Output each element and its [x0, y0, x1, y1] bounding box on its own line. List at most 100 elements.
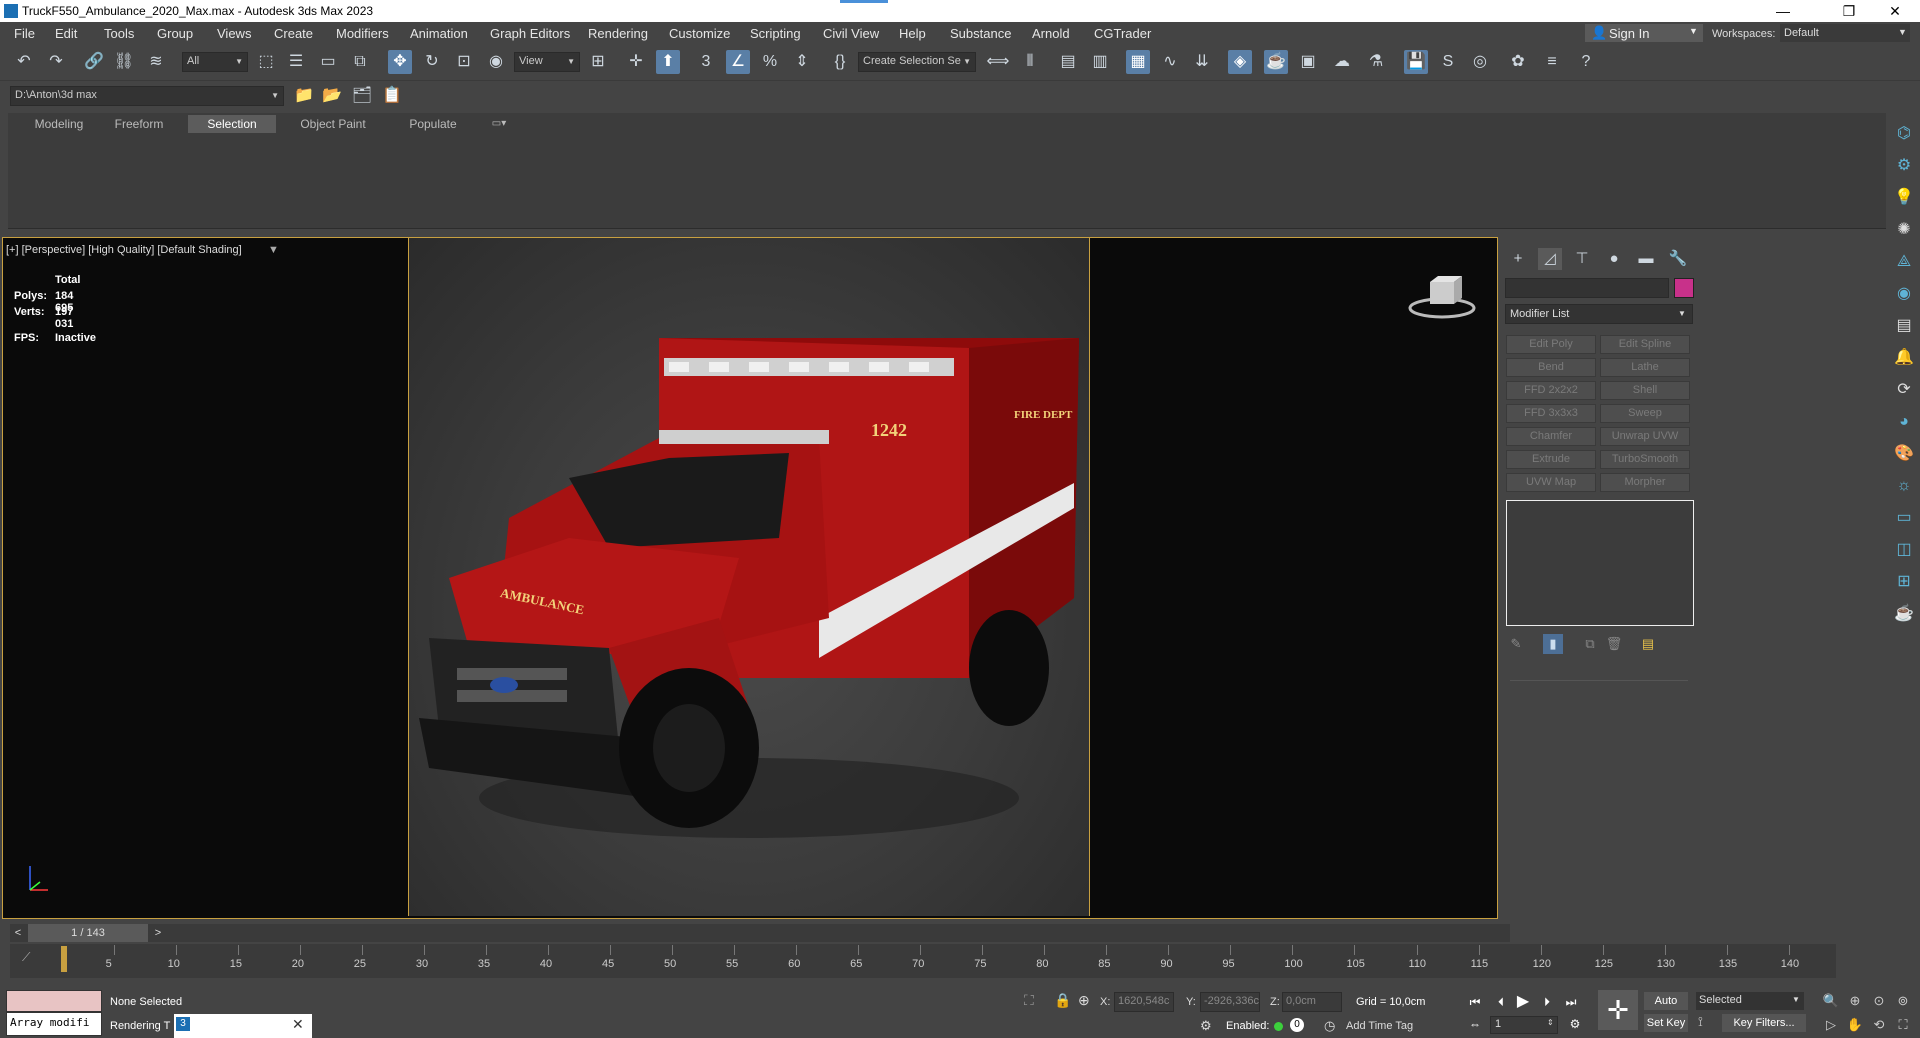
adaptive-degradation-icon[interactable]: ⚙: [1200, 1018, 1212, 1034]
unlink-icon[interactable]: ⛓: [112, 50, 136, 74]
current-frame-field[interactable]: 1 ⇕: [1490, 1016, 1558, 1034]
project-path-dropdown[interactable]: D:\Anton\3d max ▼: [10, 86, 284, 106]
modifier-extrude-button[interactable]: Extrude: [1506, 450, 1596, 469]
go-to-start-icon[interactable]: ⏮: [1466, 994, 1484, 1010]
pan-view-icon[interactable]: ✋: [1846, 1016, 1864, 1034]
viewport-filter-icon[interactable]: ▼: [268, 244, 279, 256]
snaps-toggle-icon[interactable]: 3: [694, 50, 718, 74]
script-listener-icon[interactable]: ≡: [1540, 50, 1564, 74]
undo-icon[interactable]: ↶: [12, 50, 36, 74]
close-button[interactable]: ✕: [1872, 1, 1918, 21]
align-icon[interactable]: ⫴: [1018, 50, 1042, 74]
zoom-extents-all-icon[interactable]: ⊚: [1894, 992, 1912, 1010]
camera-icon[interactable]: ◉: [1892, 282, 1916, 306]
named-selection-dropdown[interactable]: Create Selection Se ▼: [858, 52, 976, 72]
reference-coordinate-dropdown[interactable]: View ▼: [514, 52, 580, 72]
current-frame-marker[interactable]: [61, 946, 67, 972]
enabled-value[interactable]: 0: [1290, 1018, 1304, 1032]
book-icon[interactable]: ▤: [1892, 314, 1916, 338]
rotate-icon[interactable]: ⟳: [1892, 378, 1916, 402]
bind-space-warp-icon[interactable]: ≋: [144, 50, 168, 74]
make-unique-icon[interactable]: ⧉: [1580, 634, 1600, 654]
viewport-label[interactable]: [+] [Perspective] [High Quality] [Defaul…: [6, 244, 242, 256]
maxscript-mini-listener[interactable]: Array modifi: [6, 1012, 102, 1036]
curve-editor-icon[interactable]: ∿: [1158, 50, 1182, 74]
absolute-mode-icon[interactable]: ⊕: [1078, 992, 1090, 1009]
rendered-frame-window-icon[interactable]: ▣: [1296, 50, 1320, 74]
mini-curve-editor-icon[interactable]: ⟋: [22, 950, 30, 965]
key-filters-button[interactable]: Key Filters...: [1722, 1014, 1806, 1032]
restore-button[interactable]: ❐: [1826, 1, 1872, 21]
redo-icon[interactable]: ↷: [44, 50, 68, 74]
modifier-stack[interactable]: [1506, 500, 1694, 626]
palette-icon[interactable]: 🎨: [1892, 442, 1916, 466]
modifier-unwrap-uvw-button[interactable]: Unwrap UVW: [1600, 427, 1690, 446]
menu-substance[interactable]: Substance: [950, 26, 1011, 41]
configure-modifier-sets-icon[interactable]: ▤: [1638, 634, 1658, 654]
tab-freeform[interactable]: Freeform: [104, 115, 174, 133]
modify-tab-icon[interactable]: ◿: [1538, 248, 1562, 270]
menu-graph-editors[interactable]: Graph Editors: [490, 26, 570, 41]
play-icon[interactable]: ▶: [1514, 994, 1532, 1010]
utilities-tab-icon[interactable]: 🔧: [1666, 248, 1690, 270]
key-selection-set-dropdown[interactable]: Selected ▼: [1696, 992, 1804, 1010]
new-project-icon[interactable]: 🗂: [350, 84, 374, 108]
viewport-side-icon[interactable]: ⚙: [1892, 154, 1916, 178]
object-color-swatch[interactable]: [1674, 278, 1694, 298]
menu-group[interactable]: Group: [157, 26, 193, 41]
pin-stack-icon[interactable]: ✎: [1506, 634, 1526, 654]
modifier-morpher-button[interactable]: Morpher: [1600, 473, 1690, 492]
thumbnail-close-icon[interactable]: ✕: [292, 1016, 304, 1033]
time-configuration-icon[interactable]: ⚙: [1566, 1016, 1584, 1032]
time-slider-prev[interactable]: <: [10, 924, 26, 942]
add-time-tag[interactable]: Add Time Tag: [1346, 1020, 1413, 1032]
modifier-list-dropdown[interactable]: Modifier List ▼: [1505, 304, 1693, 324]
x-coordinate-field[interactable]: 1620,548c: [1114, 992, 1174, 1012]
render-setup-icon[interactable]: ☕: [1264, 50, 1288, 74]
maxscript-listener-box[interactable]: [6, 990, 102, 1012]
workspace-dropdown[interactable]: Default ▼: [1780, 24, 1910, 42]
key-mode-toggle-icon[interactable]: ⇔: [1466, 1016, 1484, 1032]
isolate-selection-icon[interactable]: ⛶: [1024, 992, 1034, 1009]
hierarchy-tab-icon[interactable]: ⊤: [1570, 248, 1594, 270]
rectangular-selection-icon[interactable]: ▭: [316, 50, 340, 74]
menu-modifiers[interactable]: Modifiers: [336, 26, 389, 41]
select-manipulate-icon[interactable]: ✛: [624, 50, 648, 74]
set-key-button[interactable]: Set Key: [1644, 1014, 1688, 1032]
modifier-ffd-2x2x2-button[interactable]: FFD 2x2x2: [1506, 381, 1596, 400]
schematic-view-icon[interactable]: ⇊: [1190, 50, 1214, 74]
menu-customize[interactable]: Customize: [669, 26, 730, 41]
show-end-result-icon[interactable]: ▮: [1543, 634, 1563, 654]
zoom-all-icon[interactable]: ⊕: [1846, 992, 1864, 1010]
angle-snap-icon[interactable]: ∠: [726, 50, 750, 74]
z-coordinate-field[interactable]: 0,0cm: [1282, 992, 1342, 1012]
toggle-ribbon-icon[interactable]: ▦: [1126, 50, 1150, 74]
set-keys-icon[interactable]: ✛: [1598, 990, 1638, 1030]
menu-tools[interactable]: Tools: [104, 26, 134, 41]
tab-selection[interactable]: Selection: [188, 115, 276, 133]
select-by-name-icon[interactable]: ☰: [284, 50, 308, 74]
link-icon[interactable]: 🔗: [82, 50, 106, 74]
spinner-snap-icon[interactable]: ⇕: [790, 50, 814, 74]
select-and-scale-icon[interactable]: ⊡: [452, 50, 476, 74]
menu-views[interactable]: Views: [217, 26, 251, 41]
object-name-field[interactable]: [1505, 278, 1669, 298]
menu-file[interactable]: File: [14, 26, 35, 41]
menu-arnold[interactable]: Arnold: [1032, 26, 1070, 41]
modifier-edit-poly-button[interactable]: Edit Poly: [1506, 335, 1596, 354]
arnold-icon[interactable]: ◎: [1468, 50, 1492, 74]
selection-lock-icon[interactable]: 🔒: [1054, 992, 1071, 1009]
zoom-extents-icon[interactable]: ⊙: [1870, 992, 1888, 1010]
window-icon[interactable]: ◫: [1892, 538, 1916, 562]
selection-filter-dropdown[interactable]: All ▼: [182, 52, 248, 72]
mirror-icon[interactable]: ⟺: [986, 50, 1010, 74]
teapot-icon[interactable]: ☕: [1892, 602, 1916, 626]
auto-key-button[interactable]: Auto Key: [1644, 992, 1688, 1025]
menu-create[interactable]: Create: [274, 26, 313, 41]
y-coordinate-field[interactable]: -2926,336c: [1200, 992, 1260, 1012]
grid-icon[interactable]: ⊞: [1892, 570, 1916, 594]
menu-edit[interactable]: Edit: [55, 26, 77, 41]
modifier-lathe-button[interactable]: Lathe: [1600, 358, 1690, 377]
minimize-button[interactable]: —: [1760, 1, 1806, 21]
project-folder-icon[interactable]: 📁: [292, 84, 316, 108]
